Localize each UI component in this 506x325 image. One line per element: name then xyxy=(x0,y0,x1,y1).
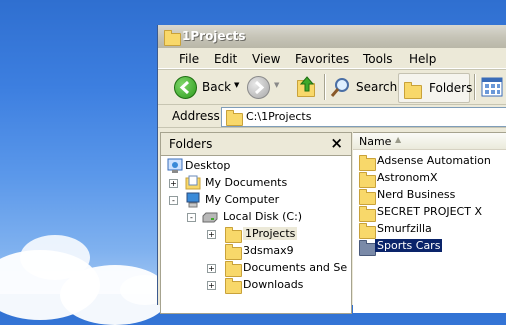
menu-edit[interactable]: Edit xyxy=(214,52,237,66)
my-documents-icon xyxy=(185,175,201,190)
menu-bar: File Edit View Favorites Tools Help xyxy=(158,48,506,69)
list-item-label: AstronomX xyxy=(377,171,438,184)
views-button[interactable] xyxy=(481,77,503,97)
explorer-window[interactable]: 1Projects File Edit View Favorites Tools… xyxy=(157,25,506,314)
tree-item-label: Local Disk (C:) xyxy=(223,210,303,223)
toolbar-separator xyxy=(474,74,476,100)
address-value: C:\1Projects xyxy=(246,110,312,123)
folders-icon xyxy=(404,82,422,99)
search-icon xyxy=(330,78,349,97)
desktop-icon xyxy=(167,158,183,173)
toolbar-separator xyxy=(324,74,326,100)
my-computer-icon xyxy=(186,192,200,208)
column-header-name[interactable]: Name xyxy=(359,135,391,148)
forward-arrow-icon xyxy=(247,76,270,99)
menu-view[interactable]: View xyxy=(252,52,280,66)
title-bar[interactable]: 1Projects xyxy=(158,25,506,49)
collapse-icon[interactable]: - xyxy=(187,213,196,222)
cloud xyxy=(20,235,90,280)
address-label: Address xyxy=(172,109,220,123)
folder-icon xyxy=(359,155,376,171)
up-folder-button[interactable] xyxy=(295,75,319,99)
folder-open-icon xyxy=(225,227,242,243)
list-item-label: Nerd Business xyxy=(377,188,456,201)
list-item-label: Sports Cars xyxy=(375,239,443,252)
views-icon xyxy=(481,77,503,97)
search-button[interactable]: Search xyxy=(330,75,398,99)
folders-pane: Folders × Desktop + My Documents - My Co… xyxy=(160,132,352,314)
folder-icon xyxy=(359,240,376,256)
folder-icon xyxy=(225,278,242,294)
expand-icon[interactable]: + xyxy=(207,281,216,290)
tree-item-label: My Computer xyxy=(205,193,280,206)
file-list-pane: Name ▲ Adsense Automation AstronomX Nerd… xyxy=(353,132,506,313)
tree-item-label: Downloads xyxy=(243,278,304,291)
folders-label: Folders xyxy=(429,81,473,95)
list-item-label: SECRET PROJECT X xyxy=(377,205,482,218)
expand-icon[interactable]: + xyxy=(169,179,178,188)
expand-icon[interactable]: + xyxy=(207,230,216,239)
tree-item-label: My Documents xyxy=(205,176,288,189)
folder-icon xyxy=(359,223,376,239)
window-folder-icon xyxy=(164,30,181,46)
address-folder-icon xyxy=(226,110,243,126)
tree-item-label: 1Projects xyxy=(243,227,298,240)
close-pane-icon[interactable]: × xyxy=(330,134,343,152)
list-header: Name ▲ xyxy=(353,133,506,150)
back-button[interactable]: Back ▼ xyxy=(174,75,240,99)
folder-icon xyxy=(225,261,242,277)
forward-dropdown-icon[interactable]: ▼ xyxy=(274,81,279,89)
folder-icon xyxy=(225,244,242,260)
address-bar: Address C:\1Projects xyxy=(158,105,506,128)
search-label: Search xyxy=(356,80,398,94)
toolbar: Back ▼ ▼ Search Folders xyxy=(158,69,506,105)
window-title: 1Projects xyxy=(182,29,246,43)
back-dropdown-icon[interactable]: ▼ xyxy=(234,81,239,89)
hard-disk-icon xyxy=(202,212,218,223)
back-arrow-icon xyxy=(174,76,197,99)
folder-icon xyxy=(359,206,376,222)
collapse-icon[interactable]: - xyxy=(169,196,178,205)
expand-icon[interactable]: + xyxy=(207,264,216,273)
tree-item-label: Documents and Se xyxy=(243,261,348,274)
menu-favorites[interactable]: Favorites xyxy=(295,52,349,66)
folders-pane-header: Folders × xyxy=(161,133,351,156)
folder-icon xyxy=(359,172,376,188)
sort-ascending-icon: ▲ xyxy=(395,135,402,144)
list-item-label: Adsense Automation xyxy=(377,154,491,167)
tree-item-label: 3dsmax9 xyxy=(243,244,294,257)
menu-tools[interactable]: Tools xyxy=(363,52,393,66)
folders-button[interactable]: Folders xyxy=(398,73,473,103)
forward-button[interactable]: ▼ xyxy=(247,75,287,99)
folders-pane-title: Folders xyxy=(169,137,213,151)
list-item-label: Smurfzilla xyxy=(377,222,432,235)
address-field[interactable]: C:\1Projects xyxy=(221,107,506,127)
menu-file[interactable]: File xyxy=(179,52,199,66)
folder-icon xyxy=(359,189,376,205)
tree-item-label: Desktop xyxy=(185,159,231,172)
back-label: Back xyxy=(202,80,232,94)
menu-help[interactable]: Help xyxy=(409,52,436,66)
up-arrow-icon xyxy=(299,76,315,92)
